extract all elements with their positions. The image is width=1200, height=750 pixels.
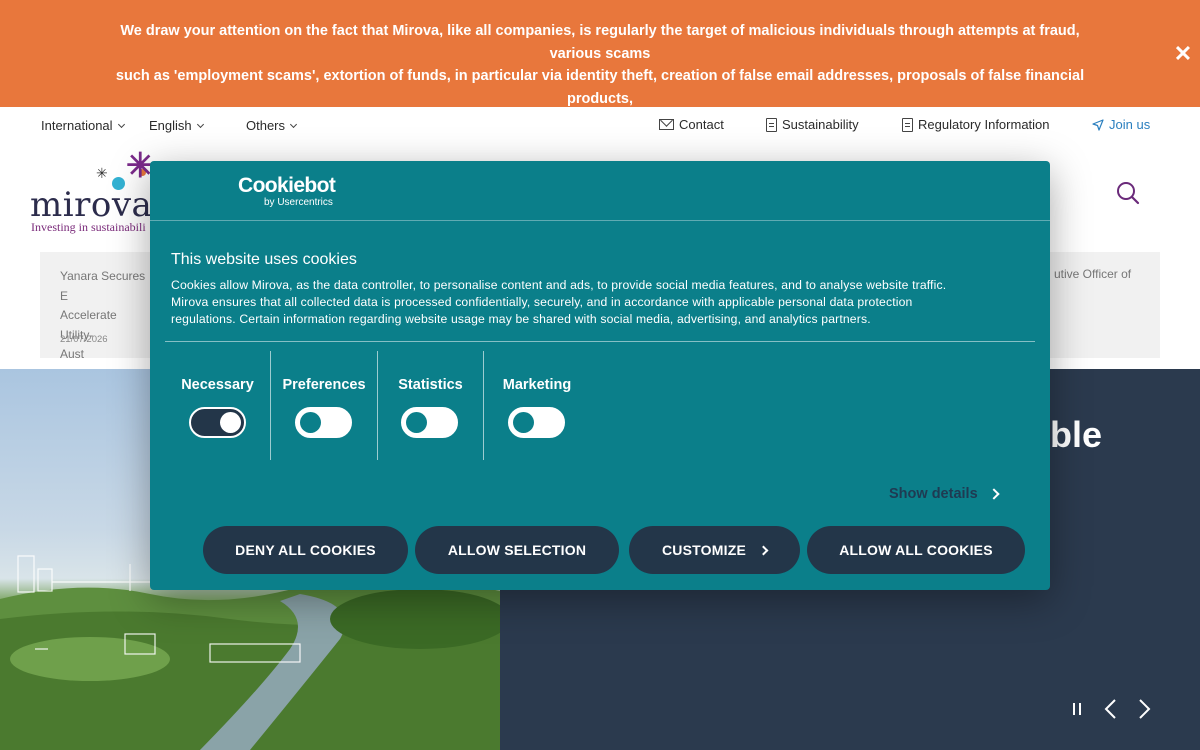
divider — [150, 220, 1050, 221]
cookie-consent-dialog: Cookiebot by Usercentrics This website u… — [150, 161, 1050, 590]
logo-wordmark: mirova — [30, 185, 153, 225]
news-line: Aust — [60, 347, 85, 361]
category-label: Marketing — [502, 377, 572, 393]
show-details-link[interactable]: Show details — [889, 486, 1000, 502]
divider — [165, 341, 1035, 342]
cookiebot-logo-text: Cookiebot — [238, 174, 336, 197]
button-label: CUSTOMIZE — [662, 542, 746, 558]
hero-heading: ble — [1050, 414, 1103, 455]
cookie-dialog-description: Cookies allow Mirova, as the data contro… — [171, 277, 1021, 328]
category-label: Statistics — [398, 377, 463, 393]
toggle-knob — [513, 412, 534, 433]
news-item-left[interactable]: Yanara Secures E Accelerate Utility- Aus… — [60, 267, 150, 365]
description-line: regulations. Certain information regardi… — [171, 312, 871, 326]
contact-label: Contact — [679, 117, 724, 132]
category-label: Preferences — [282, 377, 366, 393]
deny-all-cookies-button[interactable]: DENY ALL COOKIES — [203, 526, 408, 574]
allow-selection-button[interactable]: ALLOW SELECTION — [415, 526, 619, 574]
logo-sparkle-icon: ✳ — [96, 165, 108, 181]
document-icon — [902, 117, 913, 132]
customize-button[interactable]: CUSTOMIZE — [629, 526, 800, 574]
news-line: Yanara Secures E — [60, 269, 146, 303]
cookiebot-logo-subtext: by Usercentrics — [264, 197, 333, 208]
chevron-down-icon — [117, 120, 125, 128]
allow-all-cookies-button[interactable]: ALLOW ALL COOKIES — [807, 526, 1025, 574]
close-icon[interactable]: ✕ — [1172, 43, 1194, 65]
envelope-icon — [659, 119, 674, 130]
chevron-right-icon — [987, 488, 1000, 500]
alert-line-2: such as 'employment scams', extortion of… — [115, 68, 1085, 107]
others-label: Others — [246, 118, 286, 133]
international-label: International — [41, 118, 113, 133]
international-dropdown[interactable]: International — [41, 118, 125, 133]
toggle-knob — [406, 412, 427, 433]
fraud-alert-banner: We draw your attention on the fact that … — [0, 0, 1200, 129]
top-navigation: International English Others Contact Sus… — [0, 107, 1200, 143]
sustainability-label: Sustainability — [782, 117, 859, 132]
language-label: English — [149, 118, 192, 133]
description-line: Cookies allow Mirova, as the data contro… — [171, 278, 947, 292]
regulatory-label: Regulatory Information — [918, 117, 1050, 132]
statistics-toggle[interactable] — [401, 407, 458, 438]
join-us-label: Join us — [1109, 117, 1151, 132]
description-line: Mirova ensures that all collected data i… — [171, 295, 913, 309]
toggle-knob — [220, 412, 241, 433]
news-item-right[interactable]: utive Officer of — [1054, 267, 1131, 281]
regulatory-information-link[interactable]: Regulatory Information — [902, 117, 1050, 132]
language-dropdown[interactable]: English — [149, 118, 204, 133]
category-marketing: Marketing — [484, 351, 590, 460]
mirova-logo[interactable]: ✳ ✳ mirova Investing in sustainabili — [30, 149, 155, 235]
send-arrow-icon — [1092, 118, 1104, 131]
button-label: ALLOW SELECTION — [447, 542, 587, 558]
show-details-label: Show details — [889, 486, 978, 502]
preferences-toggle[interactable] — [295, 407, 352, 438]
button-label: ALLOW ALL COOKIES — [839, 542, 993, 558]
alert-line-1: We draw your attention on the fact that … — [120, 23, 1080, 62]
necessary-toggle[interactable] — [189, 407, 246, 438]
category-preferences: Preferences — [271, 351, 377, 460]
marketing-toggle[interactable] — [508, 407, 565, 438]
search-icon[interactable] — [1116, 181, 1140, 205]
category-necessary: Necessary — [165, 351, 270, 460]
category-label: Necessary — [181, 377, 254, 393]
chevron-right-icon[interactable] — [1133, 697, 1155, 721]
button-label: DENY ALL COOKIES — [235, 542, 376, 558]
cookie-dialog-title: This website uses cookies — [171, 251, 357, 268]
cookiebot-logo: Cookiebot by Usercentrics — [238, 174, 336, 209]
toggle-knob — [300, 412, 321, 433]
chevron-down-icon — [289, 120, 298, 128]
chevron-left-icon[interactable] — [1100, 697, 1122, 721]
sustainability-link[interactable]: Sustainability — [766, 117, 859, 132]
news-date: 21/07/2026 — [60, 334, 108, 345]
chevron-right-icon — [758, 545, 769, 555]
document-icon — [766, 117, 777, 132]
chevron-down-icon — [196, 120, 204, 128]
contact-link[interactable]: Contact — [659, 117, 724, 132]
category-statistics: Statistics — [378, 351, 483, 460]
logo-tagline: Investing in sustainabili — [31, 220, 146, 234]
join-us-link[interactable]: Join us — [1092, 117, 1150, 132]
others-dropdown[interactable]: Others — [246, 118, 298, 133]
pause-icon[interactable] — [1066, 697, 1088, 721]
